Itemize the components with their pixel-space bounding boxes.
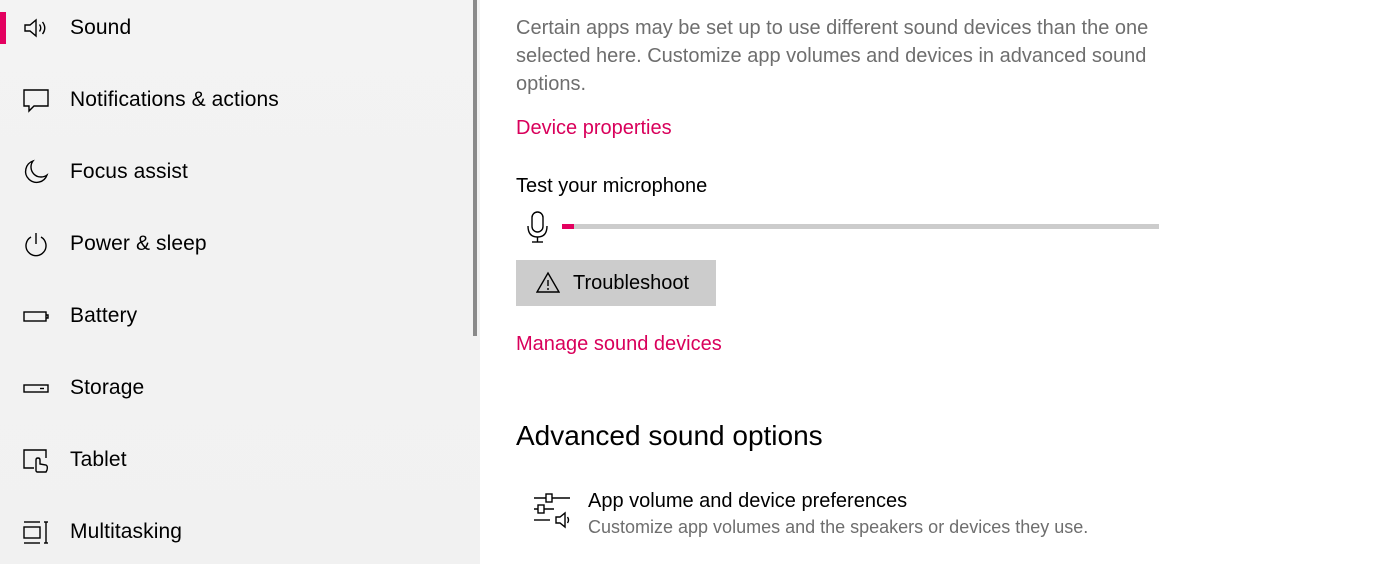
selected-indicator [0,12,6,44]
sidebar-item-tablet[interactable]: Tablet [0,432,470,488]
sidebar-item-label: Focus assist [70,160,188,183]
sidebar-item-label: Notifications & actions [70,88,279,111]
message-icon [22,86,50,114]
speaker-icon [22,14,50,42]
sound-settings-content: Certain apps may be set up to use differ… [516,0,1376,564]
sidebar-item-multitasking[interactable]: Multitasking [0,504,470,560]
app-devices-description: Certain apps may be set up to use differ… [516,17,1149,95]
test-microphone-label: Test your microphone [516,175,708,197]
sidebar-item-battery[interactable]: Battery [0,288,470,344]
device-properties-link[interactable]: Device properties [516,117,672,140]
app-volume-preferences-item[interactable]: App volume and device preferences Custom… [516,482,1216,546]
settings-sidebar: Sound Notifications & actions Focus assi… [0,0,480,564]
warning-icon [535,271,561,295]
power-icon [22,230,50,258]
app-volume-preferences-subtitle: Customize app volumes and the speakers o… [588,517,1089,537]
sidebar-scrollbar[interactable] [473,0,477,336]
moon-icon [22,158,50,186]
microphone-level-meter [562,224,1159,229]
sidebar-item-notifications[interactable]: Notifications & actions [0,72,470,128]
sidebar-item-power-sleep[interactable]: Power & sleep [0,216,470,272]
sidebar-item-label: Tablet [70,448,127,471]
troubleshoot-button[interactable]: Troubleshoot [516,260,716,306]
app-volume-preferences-title: App volume and device preferences [588,490,908,512]
multitasking-icon [22,518,50,546]
sidebar-item-label: Battery [70,304,138,327]
microphone-icon [524,210,552,244]
sidebar-item-label: Storage [70,376,145,399]
sidebar-item-label: Sound [70,16,132,39]
battery-icon [22,302,50,330]
manage-sound-devices-link[interactable]: Manage sound devices [516,333,722,356]
tablet-icon [22,446,50,474]
storage-icon [22,374,50,402]
troubleshoot-label: Troubleshoot [573,271,689,294]
sidebar-item-focus-assist[interactable]: Focus assist [0,144,470,200]
sidebar-item-storage[interactable]: Storage [0,360,470,416]
app-volume-mixer-icon [532,490,572,530]
microphone-level-fill [562,224,574,229]
sidebar-item-label: Power & sleep [70,232,207,255]
sidebar-item-sound[interactable]: Sound [0,0,470,56]
sidebar-item-label: Multitasking [70,520,183,543]
advanced-sound-options-heading: Advanced sound options [516,420,823,451]
